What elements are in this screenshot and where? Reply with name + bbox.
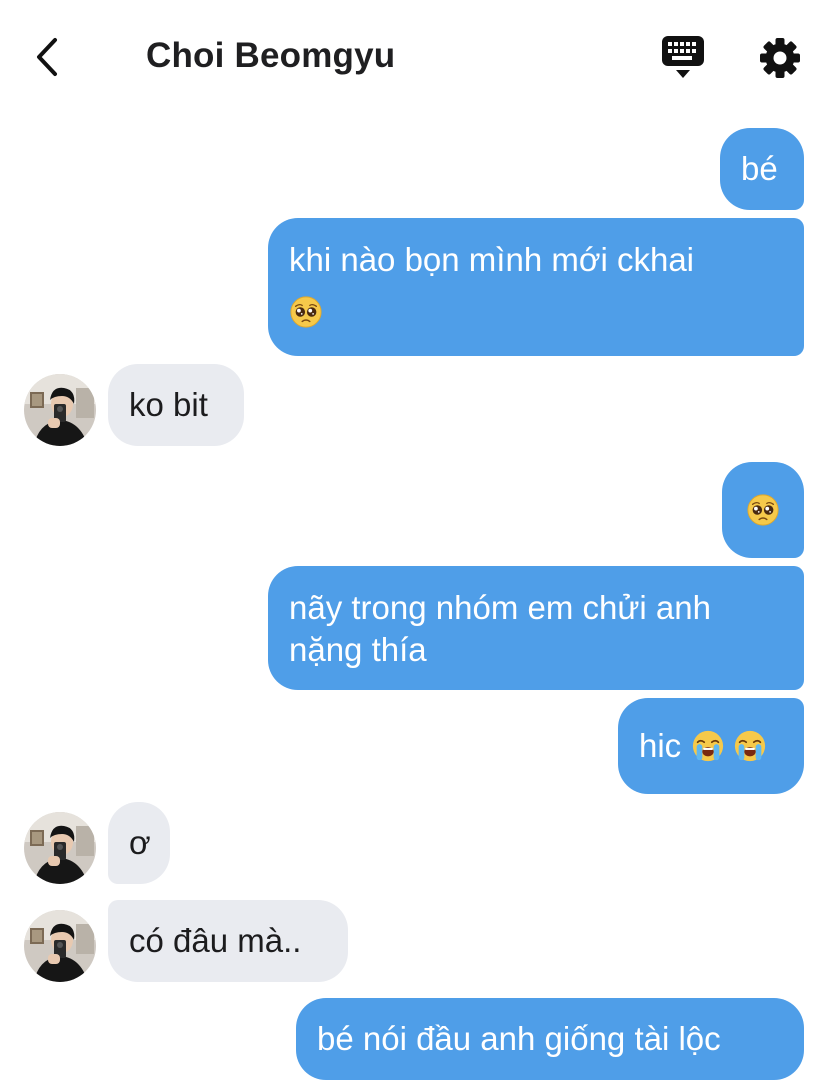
message-bubble-received[interactable]: có đâu mà.. [108, 900, 348, 982]
message-text: có đâu mà.. [129, 922, 302, 959]
message-text: khi nào bọn mình mới ckhai [289, 241, 695, 278]
message-bubble-received[interactable]: ơ [108, 802, 170, 884]
keyboard-icon [662, 36, 704, 78]
avatar[interactable] [24, 374, 96, 446]
settings-button[interactable] [756, 34, 804, 82]
avatar[interactable] [24, 812, 96, 884]
gear-icon [760, 38, 800, 78]
loudly-crying-face-icon [733, 729, 767, 763]
back-button[interactable] [24, 30, 68, 84]
keyboard-button[interactable] [660, 34, 708, 80]
loudly-crying-face-icon [691, 729, 725, 763]
pleading-face-icon [289, 295, 323, 329]
pleading-face-icon [746, 493, 780, 527]
chat-header: Choi Beomgyu [0, 0, 828, 110]
message-text: nặng thía [289, 631, 427, 668]
message-bubble-sent[interactable]: bé nói đầu anh giống tài lộc [296, 998, 804, 1080]
chevron-left-icon [37, 38, 57, 76]
message-bubble-received[interactable]: ko bit [108, 364, 244, 446]
message-text: bé nói đầu anh giống tài lộc [317, 1020, 721, 1057]
message-bubble-sent[interactable]: hic [618, 698, 804, 794]
message-text: ơ [129, 824, 151, 861]
message-text: ko bit [129, 386, 208, 423]
contact-name: Choi Beomgyu [146, 36, 396, 75]
message-text: nãy trong nhóm em chửi anh [289, 589, 711, 626]
message-bubble-sent[interactable]: nãy trong nhóm em chửi anh nặng thía [268, 566, 804, 690]
message-bubble-sent[interactable]: bé [720, 128, 804, 210]
message-text: hic [639, 727, 682, 764]
avatar[interactable] [24, 910, 96, 982]
message-bubble-sent[interactable]: khi nào bọn mình mới ckhai [268, 218, 804, 356]
message-text: bé [741, 150, 778, 187]
message-bubble-sent[interactable] [722, 462, 804, 558]
